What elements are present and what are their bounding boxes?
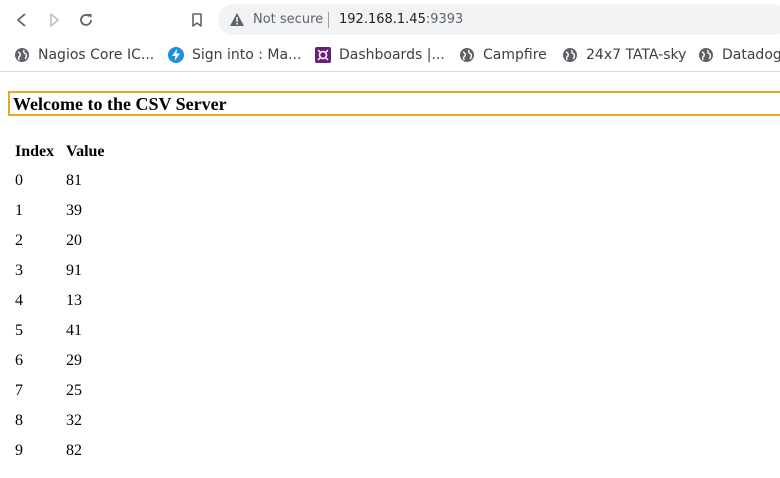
browser-toolbar: Not secure 192.168.1.45:9393 bbox=[0, 0, 780, 39]
value-cell: 82 bbox=[66, 442, 82, 459]
url-text[interactable]: 192.168.1.45:9393 bbox=[339, 11, 463, 28]
index-cell: 9 bbox=[15, 442, 23, 459]
table-row: 0 81 bbox=[8, 166, 126, 196]
value-cell: 29 bbox=[66, 352, 82, 369]
lightning-icon bbox=[168, 47, 184, 63]
forward-button[interactable] bbox=[42, 8, 66, 32]
table-row: 7 25 bbox=[8, 376, 126, 406]
value-cell: 32 bbox=[66, 412, 82, 429]
column-header-index: Index bbox=[15, 143, 55, 160]
index-cell: 1 bbox=[15, 202, 23, 219]
bookmark-tata-sky[interactable]: 24x7 TATA-sky bbox=[562, 44, 686, 66]
bookmark-label: Datadog bbox=[722, 47, 780, 63]
bookmark-datadog[interactable]: Datadog bbox=[698, 44, 780, 66]
globe-icon bbox=[14, 47, 30, 63]
index-cell: 8 bbox=[15, 412, 23, 429]
value-cell: 39 bbox=[66, 202, 82, 219]
bookmark-campfire[interactable]: Campfire bbox=[459, 44, 547, 66]
globe-icon bbox=[698, 47, 714, 63]
index-cell: 6 bbox=[15, 352, 23, 369]
value-cell: 13 bbox=[66, 292, 82, 309]
page-heading: Welcome to the CSV Server bbox=[8, 91, 780, 116]
bookmark-sign-in[interactable]: Sign into : Ma... bbox=[168, 44, 301, 66]
grafana-icon bbox=[315, 47, 331, 63]
bookmark-label: 24x7 TATA-sky bbox=[586, 47, 687, 63]
index-cell: 7 bbox=[15, 382, 23, 399]
index-cell: 4 bbox=[15, 292, 23, 309]
table-row: 2 20 bbox=[8, 226, 126, 256]
table-row: 6 29 bbox=[8, 346, 126, 376]
url-port: :9393 bbox=[425, 12, 464, 27]
address-separator bbox=[328, 12, 329, 28]
bookmark-icon bbox=[189, 12, 205, 28]
table-row: 4 13 bbox=[8, 286, 126, 316]
bookmarks-bar: Nagios Core IC... Sign into : Ma... Dash… bbox=[0, 39, 780, 72]
csv-table: Index Value 0 81 1 39 2 20 3 91 4 13 5 41 6 29 … bbox=[8, 138, 126, 466]
table-row: 1 39 bbox=[8, 196, 126, 226]
bookmark-label: Sign into : Ma... bbox=[192, 47, 302, 63]
url-host: 192.168.1.45 bbox=[339, 12, 426, 27]
bookmark-page-button[interactable] bbox=[185, 8, 209, 32]
bookmark-nagios[interactable]: Nagios Core IC... bbox=[14, 44, 154, 66]
table-row: 3 91 bbox=[8, 256, 126, 286]
value-cell: 41 bbox=[66, 322, 82, 339]
bookmark-label: Dashboards |... bbox=[339, 47, 445, 63]
back-arrow-icon bbox=[14, 12, 30, 28]
index-cell: 3 bbox=[15, 262, 23, 279]
reload-button[interactable] bbox=[74, 8, 98, 32]
table-row: 9 82 bbox=[8, 436, 126, 466]
forward-arrow-icon bbox=[46, 12, 62, 28]
reload-icon bbox=[78, 12, 94, 28]
address-bar[interactable]: Not secure 192.168.1.45:9393 bbox=[218, 4, 780, 35]
index-cell: 2 bbox=[15, 232, 23, 249]
table-header-row: Index Value bbox=[8, 138, 126, 166]
globe-icon bbox=[459, 47, 475, 63]
page-content: Welcome to the CSV Server Index Value 0 8… bbox=[0, 72, 780, 478]
bookmark-label: Nagios Core IC... bbox=[38, 47, 155, 63]
back-button[interactable] bbox=[10, 8, 34, 32]
value-cell: 20 bbox=[66, 232, 82, 249]
value-cell: 25 bbox=[66, 382, 82, 399]
value-cell: 91 bbox=[66, 262, 82, 279]
globe-icon bbox=[562, 47, 578, 63]
column-header-value: Value bbox=[66, 143, 105, 160]
index-cell: 5 bbox=[15, 322, 23, 339]
table-row: 8 32 bbox=[8, 406, 126, 436]
warning-triangle-icon[interactable] bbox=[229, 12, 245, 31]
table-row: 5 41 bbox=[8, 316, 126, 346]
security-status-label[interactable]: Not secure bbox=[253, 11, 323, 28]
bookmark-label: Campfire bbox=[483, 47, 547, 63]
value-cell: 81 bbox=[66, 172, 82, 189]
index-cell: 0 bbox=[15, 172, 23, 189]
bookmark-dashboards[interactable]: Dashboards |... bbox=[315, 44, 445, 66]
